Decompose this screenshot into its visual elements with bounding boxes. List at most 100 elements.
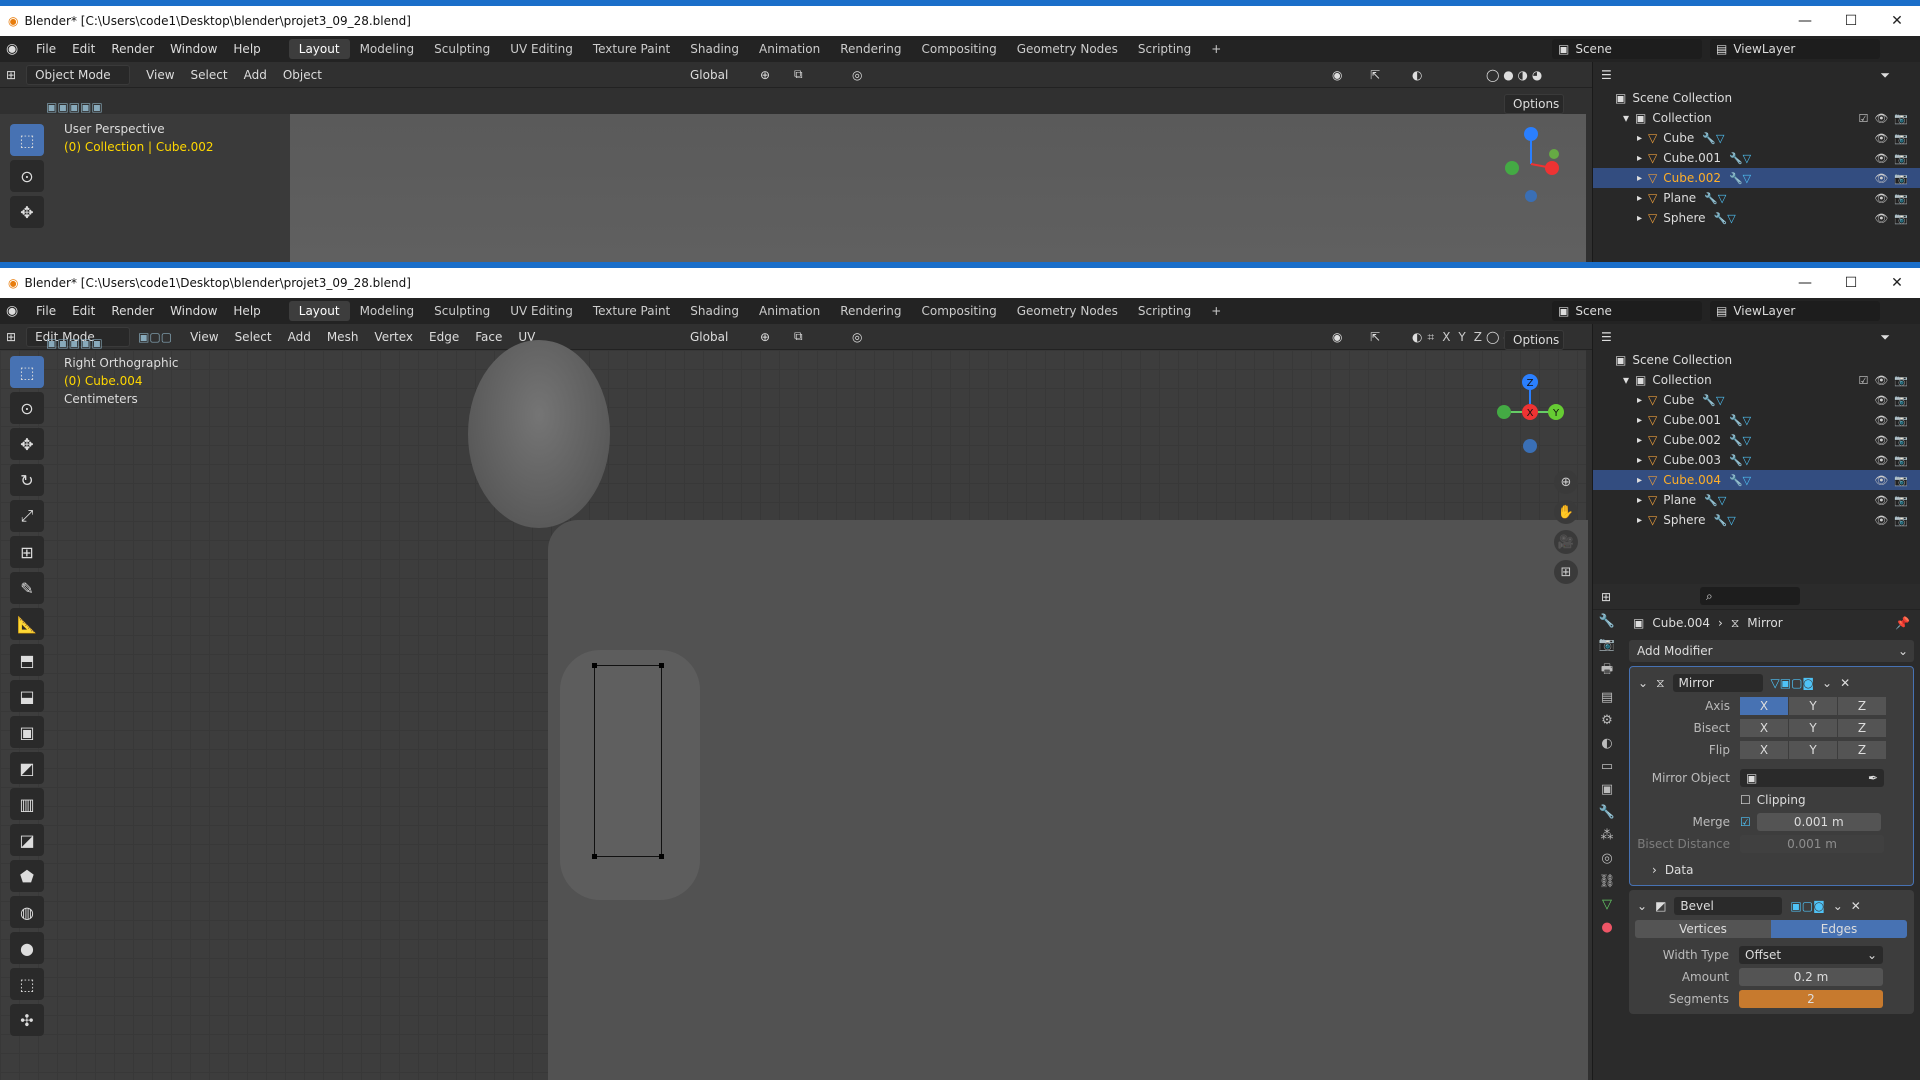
eye-icon[interactable]: 👁 [1874,514,1888,527]
menu-vertex[interactable]: Vertex [366,330,421,344]
axis-lock-y[interactable]: Y [1458,330,1465,345]
expand-arrow-icon[interactable]: ▾ [1623,111,1629,125]
outliner-item-cube-003[interactable]: ▸ ▽ Cube.003 🔧▽ 👁 📷 [1593,450,1920,470]
bisect-x-button[interactable]: X [1740,719,1788,737]
camera-icon[interactable]: 📷 [1894,212,1908,225]
item-toggles[interactable]: 👁 📷 [1874,474,1908,487]
camera-icon[interactable]: 📷 [1894,192,1908,205]
item-toggles[interactable]: 👁 📷 [1874,152,1908,165]
camera-icon[interactable]: 📷 [1894,434,1908,447]
scene-tab-icon[interactable]: ⚙ [1601,713,1613,728]
expand-arrow-icon[interactable]: ▸ [1637,173,1642,184]
proportional-icon[interactable]: ◎ [852,68,862,82]
item-toggles[interactable]: 👁 📷 [1874,192,1908,205]
gizmo-icon[interactable]: ⇱ [1370,68,1380,82]
navigation-gizmo[interactable] [1496,124,1566,204]
expand-arrow-icon[interactable]: ▸ [1637,395,1642,406]
item-toggles[interactable]: 👁 📷 [1874,494,1908,507]
visibility-icon[interactable]: ◉ [1332,68,1342,82]
tab-animation[interactable]: Animation [749,301,830,321]
tool-tab-icon[interactable]: 🔧 [1599,614,1615,629]
tab-scripting[interactable]: Scripting [1128,301,1201,321]
menu-view[interactable]: View [182,330,226,344]
mirror-toggle-icons[interactable]: ▽▣▢◙ [1771,676,1815,690]
collection-toggles[interactable]: ☑ 👁 📷 [1858,374,1908,387]
outliner-item-cube[interactable]: ▸ ▽ Cube 🔧▽ 👁 📷 [1593,128,1920,148]
flip-y-button[interactable]: Y [1789,741,1837,759]
menu-add[interactable]: Add [280,330,319,344]
constraints-tab-icon[interactable]: ⛓ [1599,874,1616,889]
menu-edit[interactable]: Edit [64,304,103,318]
item-toggles[interactable]: 👁 📷 [1874,434,1908,447]
camera-icon[interactable]: 📷 [1894,454,1908,467]
mirror-object-field[interactable]: ▣ ✒ [1740,769,1884,787]
tab-sculpting[interactable]: Sculpting [424,39,500,59]
maximize-icon[interactable]: ☐ [1828,6,1874,36]
camera-icon[interactable]: 📷 [1894,172,1908,185]
camera-icon[interactable]: 📷 [1894,394,1908,407]
shading-modes[interactable]: ◯ ● ◑ ◕ [1486,68,1542,82]
item-toggles[interactable]: 👁 📷 [1874,414,1908,427]
transform-icon[interactable]: ⊞ [10,536,44,568]
snap-icon[interactable]: ⧉ [794,67,803,82]
eye-icon[interactable]: 👁 [1874,212,1888,225]
dropdown-icon[interactable]: ⌄ [1833,899,1843,913]
tab-rendering[interactable]: Rendering [830,301,911,321]
scene-field[interactable]: ▣ Scene [1552,301,1702,321]
cursor-icon[interactable]: ⊙ [10,392,44,424]
modifier-icon[interactable]: 🔧▽ [1704,192,1726,205]
modifier-icon[interactable]: 🔧▽ [1729,474,1751,487]
navigation-gizmo[interactable]: Z Y X [1480,370,1580,460]
mode-dropdown[interactable]: Object Mode [26,64,131,85]
minimize-icon[interactable]: — [1782,6,1828,36]
modifier-icon[interactable]: 🔧▽ [1729,152,1751,165]
inset-icon[interactable]: ▣ [10,716,44,748]
expand-arrow-icon[interactable]: ▸ [1637,515,1642,526]
particles-tab-icon[interactable]: ⁂ [1601,828,1614,843]
modifier-icon[interactable]: 🔧▽ [1714,212,1736,225]
poly-build-icon[interactable]: ⬟ [10,860,44,892]
vertices-button[interactable]: Vertices [1635,920,1771,938]
tab-shading[interactable]: Shading [680,39,749,59]
knife-icon[interactable]: ◪ [10,824,44,856]
expand-arrow-icon[interactable]: ▸ [1637,415,1642,426]
menu-render[interactable]: Render [103,304,162,318]
properties-type-icon[interactable]: ⊞ [1601,590,1611,604]
maximize-icon[interactable]: ☐ [1828,268,1874,298]
data-tab-icon[interactable]: ▽ [1602,897,1612,912]
item-toggles[interactable]: 👁 📷 [1874,172,1908,185]
grid-view-icon[interactable]: ⊞ [1554,560,1578,584]
pivot-icon[interactable]: ⊕ [760,330,770,344]
cursor-icon[interactable]: ⊙ [10,160,44,192]
outliner-item-cube-004[interactable]: ▸ ▽ Cube.004 🔧▽ 👁 📷 [1593,470,1920,490]
menu-object[interactable]: Object [275,68,330,82]
scale-icon[interactable]: ⤢ [10,500,44,532]
dropdown-icon[interactable]: ⌄ [1822,676,1832,690]
menu-file[interactable]: File [28,304,64,318]
bisect-distance-field[interactable]: 0.001 m [1740,835,1884,853]
options-dropdown[interactable]: Options [1504,330,1564,350]
width-type-dropdown[interactable]: Offset ⌄ [1739,946,1883,964]
menu-edge[interactable]: Edge [421,330,467,344]
blender-menu-icon[interactable]: ◉ [6,303,28,319]
expand-arrow-icon[interactable]: ▾ [1623,373,1629,387]
add-workspace-button[interactable]: + [1201,39,1231,59]
outliner-scene-collection[interactable]: ▣ Scene Collection [1593,350,1920,370]
overlay-icon[interactable]: ◐ [1412,330,1422,344]
measure-icon[interactable]: 📐 [10,608,44,640]
select-mode-icons[interactable]: ▣▣▣▣▣ [46,100,103,114]
flip-z-button[interactable]: Z [1838,741,1886,759]
menu-add[interactable]: Add [236,68,275,82]
modifier-tab-icon[interactable]: 🔧 [1599,805,1615,820]
menu-render[interactable]: Render [103,42,162,56]
camera-icon[interactable]: 📷 [1894,152,1908,165]
render-tab-icon[interactable]: 📷 [1599,637,1615,652]
add-modifier-button[interactable]: Add Modifier ⌄ [1629,640,1914,662]
camera-icon[interactable]: 📷 [1894,494,1908,507]
snap-icon[interactable]: ⧉ [794,329,803,344]
blender-menu-icon[interactable]: ◉ [6,41,28,57]
output-tab-icon[interactable]: 🖶 [1601,660,1613,682]
outliner-item-cube-001[interactable]: ▸ ▽ Cube.001 🔧▽ 👁 📷 [1593,148,1920,168]
select-mode-buttons[interactable]: ▣▢▢ [138,330,172,344]
menu-window[interactable]: Window [162,304,225,318]
